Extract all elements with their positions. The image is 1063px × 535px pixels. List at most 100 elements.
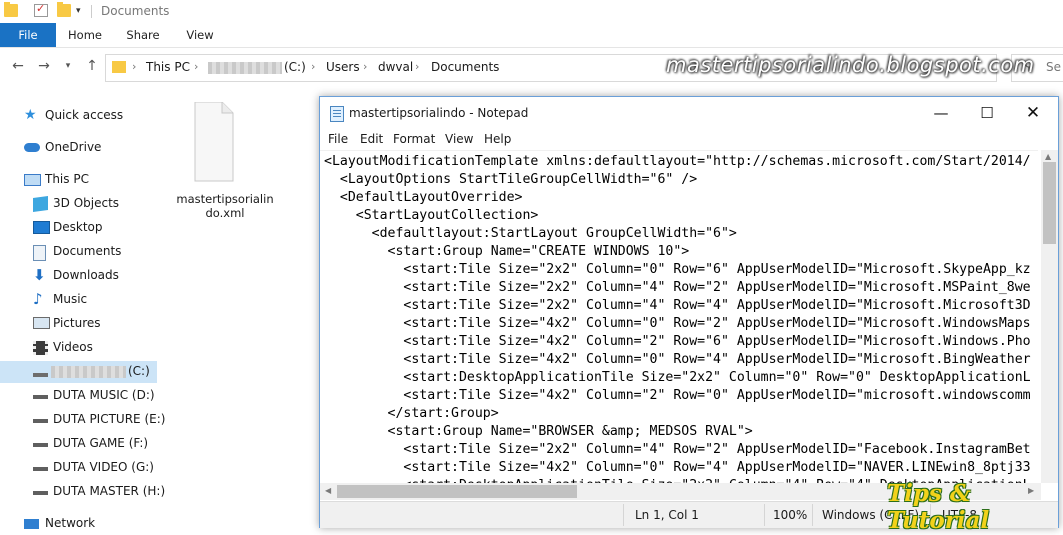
documents-icon bbox=[33, 245, 46, 261]
vertical-scrollbar[interactable]: ▲ bbox=[1041, 150, 1058, 483]
drive-icon bbox=[33, 395, 48, 399]
sidebar-item-drive-d[interactable]: DUTA MUSIC (D:) bbox=[0, 385, 157, 407]
forward-arrow-icon[interactable]: → bbox=[36, 58, 52, 74]
notepad-menu-bar: File Edit Format View Help bbox=[320, 130, 1058, 150]
breadcrumb-chevron-icon[interactable]: › bbox=[415, 60, 419, 73]
recent-locations-chevron-icon[interactable]: ▾ bbox=[60, 58, 76, 74]
file-name-label[interactable]: mastertipsorialin do.xml bbox=[175, 192, 275, 220]
folder-icon bbox=[112, 61, 126, 73]
tab-share[interactable]: Share bbox=[120, 23, 166, 47]
editor-line: <start:Tile Size="2x2" Column="4" Row="4… bbox=[324, 298, 1031, 313]
editor-line: <start:Group Name="BROWSER &amp; MEDSOS … bbox=[324, 424, 753, 439]
breadcrumb-documents[interactable]: Documents bbox=[431, 60, 499, 74]
editor-line: <StartLayoutCollection> bbox=[324, 208, 539, 223]
maximize-icon[interactable]: ☐ bbox=[964, 97, 1010, 129]
breadcrumb-chevron-icon[interactable]: › bbox=[363, 60, 367, 73]
sidebar-item-drive-e[interactable]: DUTA PICTURE (E:) bbox=[0, 409, 165, 431]
scroll-left-icon[interactable]: ◀ bbox=[325, 486, 331, 495]
up-arrow-icon[interactable]: ↑ bbox=[84, 58, 100, 74]
breadcrumb-user[interactable]: dwval bbox=[378, 60, 413, 74]
breadcrumb-chevron-icon[interactable]: › bbox=[194, 60, 198, 73]
sidebar-item-drive-g[interactable]: DUTA VIDEO (G:) bbox=[0, 457, 157, 479]
editor-line: <start:Tile Size="4x2" Column="2" Row="6… bbox=[324, 334, 1031, 349]
editor-line: <start:Tile Size="4x2" Column="2" Row="0… bbox=[324, 388, 1031, 403]
notepad-window: mastertipsorialindo - Notepad — ☐ ✕ File… bbox=[319, 96, 1059, 528]
tab-view[interactable]: View bbox=[178, 23, 222, 47]
star-icon: ★ bbox=[24, 107, 37, 123]
menu-help[interactable]: Help bbox=[484, 132, 511, 146]
film-icon bbox=[33, 341, 48, 355]
sidebar-item-drive-h[interactable]: DUTA MASTER (H:) bbox=[0, 481, 165, 503]
cursor-position: Ln 1, Col 1 bbox=[635, 508, 699, 522]
scroll-up-icon[interactable]: ▲ bbox=[1045, 152, 1051, 161]
editor-line: <start:Group Name="CREATE WINDOWS 10"> bbox=[324, 244, 690, 259]
menu-format[interactable]: Format bbox=[393, 132, 435, 146]
tips-tutorial-logo: Tips & Tutorial bbox=[887, 480, 990, 534]
editor-line: <LayoutOptions StartTileGroupCellWidth="… bbox=[324, 172, 698, 187]
xml-file-icon[interactable] bbox=[194, 101, 234, 182]
horizontal-scroll-thumb[interactable] bbox=[337, 485, 577, 498]
editor-line: </start:Group> bbox=[324, 406, 499, 421]
customize-toolbar-chevron-icon[interactable]: ▾ bbox=[76, 6, 90, 19]
editor-line: <start:Tile Size="4x2" Column="0" Row="2… bbox=[324, 316, 1031, 331]
menu-view[interactable]: View bbox=[445, 132, 473, 146]
folder-icon[interactable] bbox=[4, 2, 18, 17]
sidebar-item-documents[interactable]: Documents bbox=[0, 241, 157, 263]
title-divider bbox=[91, 5, 92, 18]
editor-line: <DefaultLayoutOverride> bbox=[324, 190, 523, 205]
editor-line: <start:DesktopApplicationTile Size="2x2"… bbox=[324, 370, 1031, 385]
sidebar-item-onedrive[interactable]: OneDrive bbox=[0, 137, 157, 159]
vertical-scroll-thumb[interactable] bbox=[1043, 162, 1056, 244]
window-title: Documents bbox=[101, 4, 170, 18]
back-arrow-icon[interactable]: ← bbox=[10, 58, 26, 74]
tab-file[interactable]: File bbox=[0, 23, 56, 47]
sidebar-item-network[interactable]: Network bbox=[0, 513, 157, 535]
menu-edit[interactable]: Edit bbox=[360, 132, 383, 146]
sidebar-item-quick-access[interactable]: ★ Quick access bbox=[0, 105, 157, 127]
cube-icon bbox=[33, 195, 48, 213]
minimize-icon[interactable]: — bbox=[918, 97, 964, 129]
download-arrow-icon: ⬇ bbox=[33, 266, 46, 284]
properties-icon[interactable] bbox=[34, 2, 48, 17]
drive-icon bbox=[33, 443, 48, 447]
breadcrumb-users[interactable]: Users bbox=[326, 60, 360, 74]
windows-drive-icon bbox=[33, 373, 48, 377]
close-icon[interactable]: ✕ bbox=[1010, 97, 1056, 129]
sidebar-item-drive-c[interactable]: (C:) bbox=[0, 361, 157, 383]
sidebar-item-videos[interactable]: Videos bbox=[0, 337, 157, 359]
picture-icon bbox=[33, 317, 50, 329]
breadcrumb-chevron-icon[interactable]: › bbox=[311, 60, 315, 73]
sidebar-item-3d-objects[interactable]: 3D Objects bbox=[0, 193, 157, 215]
editor-line: <start:Tile Size="2x2" Column="4" Row="2… bbox=[324, 442, 1031, 457]
text-editor-area[interactable]: <LayoutModificationTemplate xmlns:defaul… bbox=[320, 150, 1038, 484]
breadcrumb-this-pc[interactable]: This PC bbox=[146, 60, 190, 74]
notepad-title: mastertipsorialindo - Notepad bbox=[349, 106, 529, 120]
tab-home[interactable]: Home bbox=[62, 23, 108, 47]
editor-line: <defaultlayout:StartLayout GroupCellWidt… bbox=[324, 226, 737, 241]
sidebar-item-downloads[interactable]: ⬇ Downloads bbox=[0, 265, 157, 287]
music-note-icon: ♪ bbox=[33, 290, 43, 308]
blog-watermark: mastertipsorialindo.blogspot.com bbox=[666, 53, 1035, 77]
sidebar-item-pictures[interactable]: Pictures bbox=[0, 313, 157, 335]
breadcrumb-chevron-icon[interactable]: › bbox=[132, 60, 136, 73]
cloud-icon bbox=[24, 143, 40, 152]
sidebar-item-drive-f[interactable]: DUTA GAME (F:) bbox=[0, 433, 157, 455]
drive-icon bbox=[33, 491, 48, 495]
notepad-title-bar[interactable]: mastertipsorialindo - Notepad — ☐ ✕ bbox=[320, 97, 1058, 130]
notepad-icon bbox=[330, 106, 344, 122]
editor-line: <start:Tile Size="2x2" Column="0" Row="6… bbox=[324, 262, 1031, 277]
drive-icon bbox=[33, 419, 48, 423]
sidebar-item-desktop[interactable]: Desktop bbox=[0, 217, 157, 239]
status-divider bbox=[764, 504, 765, 526]
file-name-line-1: mastertipsorialin bbox=[176, 192, 274, 206]
ribbon-tabs: File Home Share View bbox=[0, 23, 1063, 48]
breadcrumb-drive[interactable]: (C:) bbox=[284, 60, 306, 74]
redacted-drive-name bbox=[208, 62, 282, 74]
redacted-drive-name bbox=[51, 366, 126, 378]
new-folder-icon[interactable] bbox=[57, 2, 71, 17]
sidebar-item-this-pc[interactable]: This PC bbox=[0, 169, 157, 191]
zoom-level: 100% bbox=[773, 508, 808, 522]
search-placeholder: Se bbox=[1046, 60, 1061, 74]
sidebar-item-music[interactable]: ♪ Music bbox=[0, 289, 157, 311]
menu-file[interactable]: File bbox=[328, 132, 348, 146]
